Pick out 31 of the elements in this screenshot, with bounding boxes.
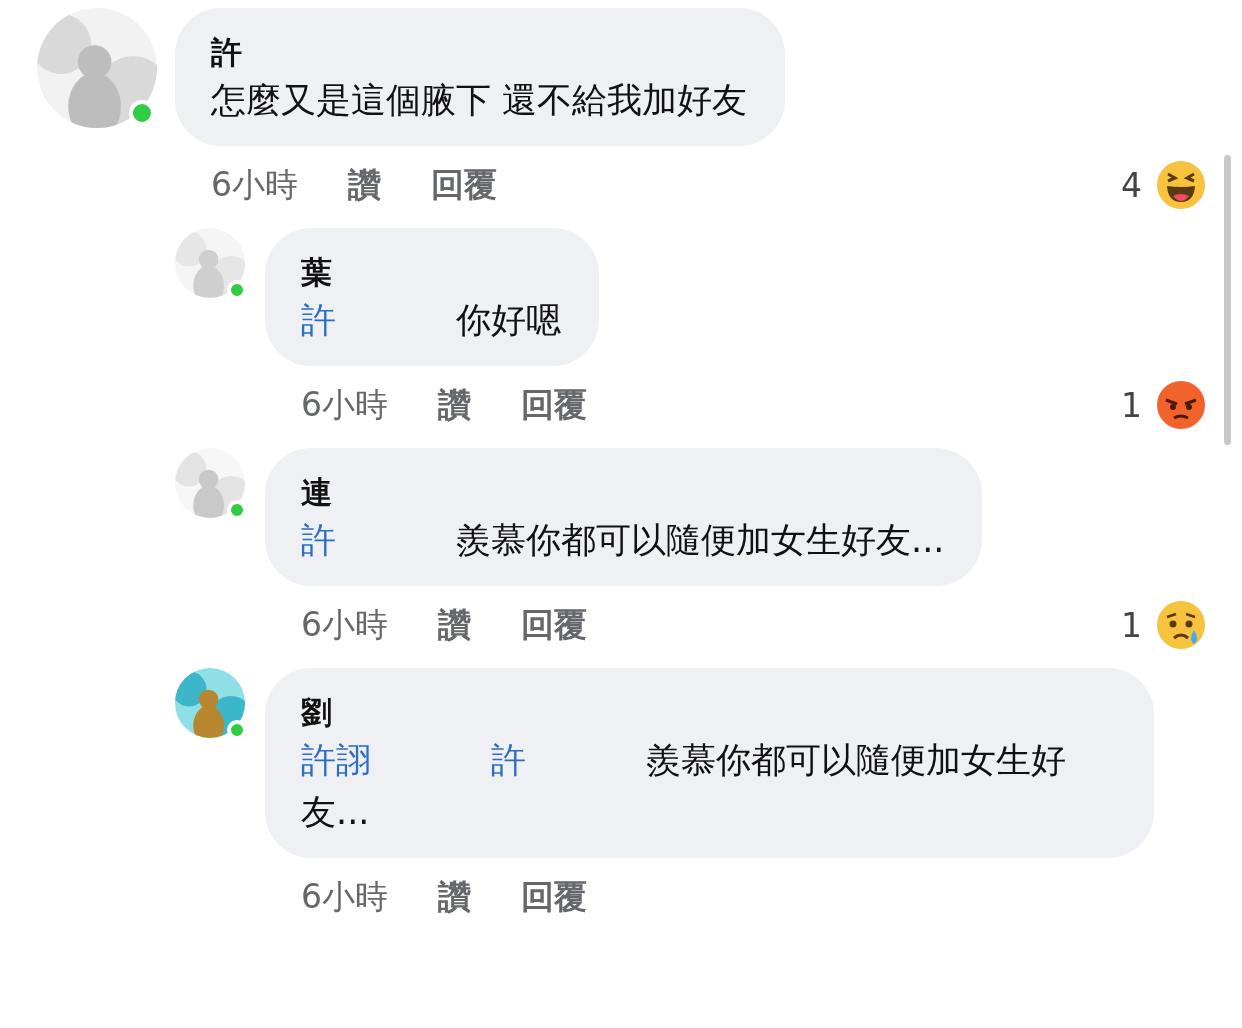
sad-emoji-icon[interactable]: [1156, 600, 1206, 650]
comment-time: 6小時: [301, 383, 388, 426]
comment-text: 許 你好嗯: [301, 299, 561, 342]
author-name: 許: [211, 33, 243, 72]
like-link[interactable]: 讚: [438, 874, 471, 920]
author-name: 葉: [301, 253, 333, 292]
reaction-count: 1: [1121, 385, 1142, 425]
comment-text: 許 羨慕你都可以隨便加女生好友...: [301, 519, 945, 562]
laughing-emoji-icon[interactable]: [1156, 160, 1206, 210]
mention-link[interactable]: 許: [491, 740, 526, 780]
reply-link[interactable]: 回覆: [521, 382, 587, 428]
like-link[interactable]: 讚: [348, 162, 381, 208]
author-name: 連: [301, 473, 333, 512]
reaction-count: 4: [1121, 165, 1142, 205]
reply-link[interactable]: 回覆: [431, 162, 497, 208]
author-name: 劉: [301, 693, 333, 732]
like-link[interactable]: 讚: [438, 382, 471, 428]
reply-link[interactable]: 回覆: [521, 602, 587, 648]
reaction-count: 1: [1121, 605, 1142, 645]
mention-link[interactable]: 許: [301, 520, 336, 560]
mention-link[interactable]: 許詡: [301, 740, 371, 780]
comment-text: 許詡 許 羨慕你都可以隨便加女生好友...: [301, 739, 1067, 834]
reply-link[interactable]: 回覆: [521, 874, 587, 920]
comment-text: 怎麼又是這個腋下 還不給我加好友: [211, 79, 748, 122]
scrollbar[interactable]: [1224, 155, 1231, 445]
comment-time: 6小時: [211, 163, 298, 206]
comment-time: 6小時: [301, 875, 388, 918]
angry-emoji-icon[interactable]: [1156, 380, 1206, 430]
like-link[interactable]: 讚: [438, 602, 471, 648]
mention-link[interactable]: 許: [301, 300, 336, 340]
comment-time: 6小時: [301, 603, 388, 646]
